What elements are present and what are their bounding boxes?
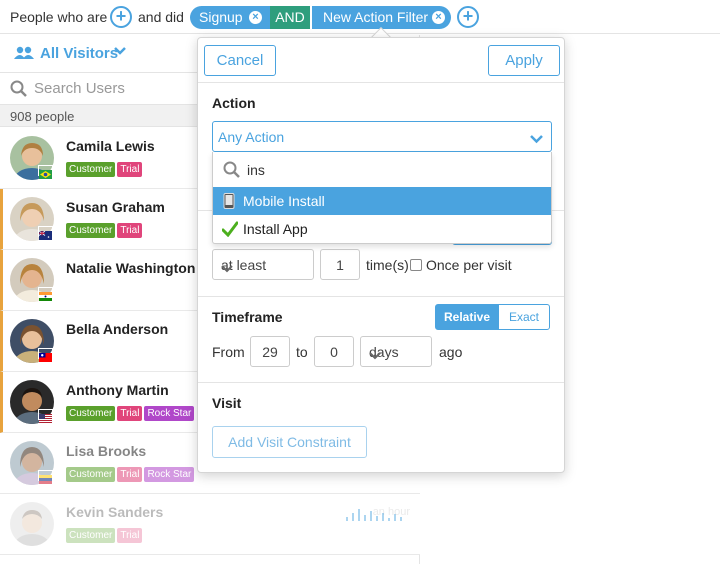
remove-signup-icon[interactable]: × [249,11,262,24]
customer-tag: Customer [66,223,116,238]
user-tags: Customer Trial [66,528,144,543]
timeframe-section-title: Timeframe [212,309,283,325]
action-filter-popover: Cancel Apply Action Any Action ins Mobil… [197,37,565,473]
usa-flag-icon [38,409,53,423]
once-per-visit-checkbox[interactable] [410,259,422,271]
taiwan-flag-icon [38,348,53,362]
signup-filter-chip[interactable]: Signup × [190,6,270,29]
venezuela-flag-icon [38,470,53,484]
exact-toggle[interactable]: Exact [498,304,550,330]
option-install-app[interactable]: Install App [213,215,551,243]
user-tags: Customer Trial [66,223,144,238]
relative-toggle[interactable]: Relative [435,304,499,330]
from-value: 29 [262,344,278,360]
users-icon [14,44,34,67]
divider [198,296,564,297]
action-search-field[interactable]: ins [213,152,551,187]
action-search-input[interactable]: ins [247,162,265,178]
filter-prefix-text: People who are [10,9,108,25]
phone-icon [223,193,235,212]
action-select-value: Any Action [218,129,285,145]
people-count: 908 people [10,109,75,124]
time-unit-select[interactable]: days [360,336,432,367]
action-section-title: Action [212,95,256,111]
user-name: Camila Lewis [66,138,155,154]
user-name: Kevin Sanders [66,504,164,520]
australia-flag-icon [38,226,53,240]
chevron-down-icon [369,347,423,363]
remove-new-action-filter-icon[interactable]: × [432,11,445,24]
activity-sparkline [346,509,402,521]
frequency-count-input[interactable]: 1 [320,249,360,280]
user-tags: Customer Trial Rock Star [66,406,196,421]
trial-tag: Trial [117,406,143,421]
trial-tag: Trial [117,223,143,238]
customer-tag: Customer [66,467,116,482]
user-row-kevin-sanders[interactable]: Kevin Sanders Customer Trial an hour [0,494,420,555]
user-tags: Customer Trial Rock Star [66,467,196,482]
add-filter-button[interactable]: + [457,6,479,28]
divider [198,382,564,383]
option-label: Install App [243,221,308,237]
times-label: time(s) [366,257,409,273]
checkmark-icon [221,221,239,240]
search-icon [223,161,240,183]
once-per-visit-label: Once per visit [426,257,512,273]
ago-label: ago [439,344,463,360]
option-label: Mobile Install [243,193,325,209]
and-operator-chip[interactable]: AND [270,6,310,29]
divider [198,82,564,83]
cancel-button[interactable]: Cancel [204,45,276,76]
customer-tag: Customer [66,406,116,421]
trial-tag: Trial [117,467,143,482]
new-action-filter-label: New Action Filter [323,9,429,25]
visitors-label: All Visitors [40,45,119,62]
frequency-select[interactable]: at least [212,249,314,280]
option-mobile-install[interactable]: Mobile Install [213,187,551,215]
user-tags: Customer Trial [66,162,144,177]
customer-tag: Customer [66,162,116,177]
frequency-count-value: 1 [336,257,344,273]
user-name: Anthony Martin [66,382,169,398]
india-flag-icon [38,287,53,301]
brazil-flag-icon [38,165,53,179]
search-icon [10,80,27,102]
chevron-down-icon [221,260,305,276]
signup-chip-label: Signup [199,9,243,25]
filter-middle-text: and did [138,9,184,25]
apply-button[interactable]: Apply [488,45,560,76]
chevron-down-icon [114,45,126,60]
user-name: Lisa Brooks [66,443,147,459]
user-name: Natalie Washington [66,260,196,276]
user-name: Susan Graham [66,199,165,215]
action-dropdown: ins Mobile Install Install App [212,152,552,244]
to-input[interactable]: 0 [314,336,354,367]
to-label: to [296,344,308,360]
rock-star-tag: Rock Star [144,467,195,482]
rock-star-tag: Rock Star [144,406,195,421]
avatar [10,502,54,546]
chevron-down-icon [530,131,543,147]
customer-tag: Customer [66,528,116,543]
user-name: Bella Anderson [66,321,169,337]
add-visit-constraint-button[interactable]: Add Visit Constraint [212,426,367,458]
from-input[interactable]: 29 [250,336,290,367]
from-label: From [212,344,245,360]
action-select[interactable]: Any Action [212,121,552,152]
trial-tag: Trial [117,528,143,543]
to-value: 0 [330,344,338,360]
visit-section-title: Visit [212,395,242,411]
add-segment-button[interactable]: + [110,6,132,28]
search-input[interactable]: Search Users [34,80,125,97]
filter-bar: People who are + and did Signup × AND Ne… [0,0,720,34]
trial-tag: Trial [117,162,143,177]
new-action-filter-chip[interactable]: New Action Filter × [312,6,451,29]
